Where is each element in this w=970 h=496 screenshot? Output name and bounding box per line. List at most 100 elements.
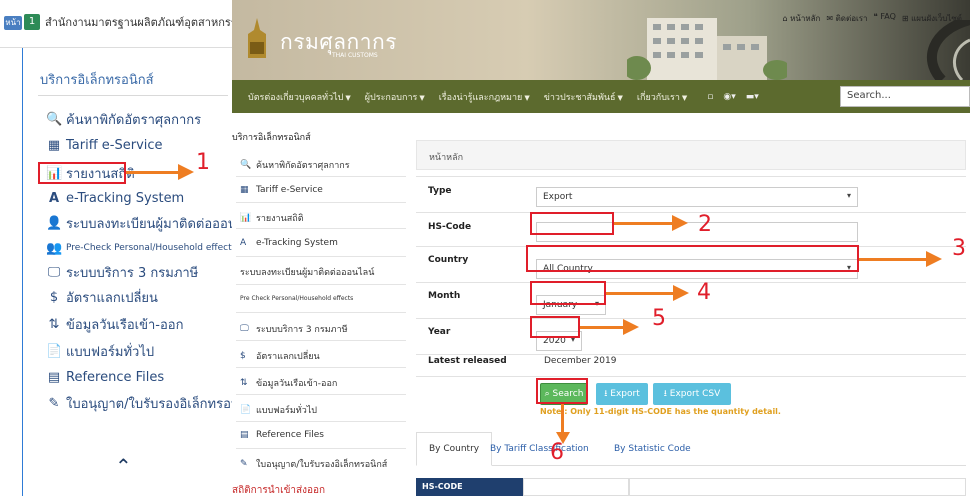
type-select[interactable]: Export: [536, 187, 858, 207]
tracking-icon: A: [240, 238, 247, 248]
left-menu-item-register[interactable]: 👤 ระบบลงทะเบียนผู้มาติดต่อออนไลน์: [46, 212, 260, 234]
statistics-form-area: หน้าหลัก Type Export HS-Code Country All…: [416, 124, 970, 496]
site-sidebar-item-reference-files[interactable]: ▤ Reference Files: [240, 430, 324, 440]
left-menu-item-forms[interactable]: 📄 แบบฟอร์มทั่วไป: [46, 340, 154, 362]
annotation-arrow-line-4: [606, 292, 676, 295]
site-search-input[interactable]: Search...: [840, 86, 970, 107]
left-breadcrumb[interactable]: สำนักงานมาตรฐานผลิตภัณฑ์อุตสาหกรรม: [45, 13, 232, 31]
sidebar-label: ใบอนุญาต/ใบรับรองอิเล็กทรอนิกส์: [256, 460, 388, 470]
annotation-arrow-head-5: [623, 319, 639, 335]
site-sidebar-item-vessel-schedule[interactable]: ⇅ ข้อมูลวันเรือเข้า-ออก: [240, 376, 337, 390]
tab-by-tariff-classification[interactable]: By Tariff Classification: [478, 432, 601, 466]
quantity-note: Note : Only 11-digit HS-CODE has the qua…: [540, 407, 781, 416]
left-menu-item-vessel-schedule[interactable]: ⇅ ข้อมูลวันเรือเข้า-ออก: [46, 313, 184, 335]
left-menu-item-etracking[interactable]: Ae-Tracking System: [46, 187, 184, 209]
sidebar-label: ระบบลงทะเบียนผู้มาติดต่อออนไลน์: [240, 268, 375, 278]
export-button[interactable]: ⭳ Export: [596, 383, 648, 405]
left-menu-item-reference-files[interactable]: ▤ Reference Files: [46, 366, 164, 388]
nav-item-operators[interactable]: ผู้ประกอบการ ▼: [365, 90, 425, 104]
left-menu-item-tariff-search[interactable]: 🔍 ค้นหาพิกัดอัตราศุลกากร: [46, 108, 201, 130]
reference-icon: ▤: [240, 430, 249, 440]
sidebar-label: Tariff e-Service: [256, 185, 323, 195]
nav-item-news[interactable]: ข่าวประชาสัมพันธ์ ▼: [544, 90, 623, 104]
number-chip: 1: [24, 14, 40, 30]
license-icon: ✎: [240, 459, 248, 469]
contact-link-label: ติดต่อเรา: [835, 14, 868, 23]
site-logo-subtitle: THAI CUSTOMS: [332, 52, 378, 59]
flag-icon[interactable]: ▬▾: [746, 92, 759, 102]
dollar-icon: $: [240, 351, 246, 361]
left-menu-title: บริการอิเล็กทรอนิกส์: [40, 73, 154, 88]
globe-icon[interactable]: ◉▾: [723, 92, 735, 102]
annotation-arrow-line-6: [561, 404, 564, 434]
search-icon: 🔍: [240, 160, 252, 170]
form-row-hscode: HS-Code: [416, 212, 966, 246]
search-icon: 🔍: [46, 111, 63, 127]
left-menu-item-e-license[interactable]: ✎ ใบอนุญาต/ใบรับรองอิเล็กทรอนิกส์: [46, 392, 256, 414]
site-sidebar-item-statistics[interactable]: 📊 รายงานสถิติ: [240, 211, 304, 225]
square-icon[interactable]: ▫: [707, 92, 713, 102]
site-sidebar-item-tariff-search[interactable]: 🔍 ค้นหาพิกัดอัตราศุลกากร: [240, 158, 350, 172]
annotation-number-2: 2: [698, 212, 712, 237]
annotation-arrow-line-2: [614, 222, 674, 225]
nav-label: ผู้ประกอบการ: [364, 92, 418, 103]
table-icon: ▦: [47, 137, 61, 153]
sidebar-label: ระบบบริการ 3 กรมภาษี: [256, 325, 348, 335]
site-sidebar-item-precheck[interactable]: Pre Check Personal/Household effects: [240, 295, 353, 302]
menu-label: อัตราแลกเปลี่ยน: [66, 290, 158, 306]
menu-label: ระบบบริการ 3 กรมภาษี: [66, 265, 199, 281]
nav-label: เรื่องน่ารู้และกฎหมาย: [438, 92, 523, 103]
left-menu-item-exchange-rate[interactable]: $ อัตราแลกเปลี่ยน: [46, 286, 158, 308]
nav-item-laws[interactable]: เรื่องน่ารู้และกฎหมาย ▼: [439, 90, 530, 104]
sidebar-separator: [236, 256, 406, 257]
zoomed-menu-panel: หน้า 1 สำนักงานมาตรฐานผลิตภัณฑ์อุตสาหกรร…: [0, 0, 260, 496]
highlight-box-year: [530, 316, 580, 338]
site-sidebar-item-forms[interactable]: 📄 แบบฟอร์มทั่วไป: [240, 403, 317, 417]
sidebar-separator: [236, 312, 406, 313]
menu-label: e-Tracking System: [66, 190, 185, 206]
table-icon: ▦: [240, 185, 249, 195]
site-sidebar-item-3-tax-dept[interactable]: 🖵 ระบบบริการ 3 กรมภาษี: [240, 322, 348, 336]
sidebar-bottom-heading: สถิติการนำเข้าส่งออก: [232, 485, 326, 496]
site-sidebar-item-register[interactable]: ระบบลงทะเบียนผู้มาติดต่อออนไลน์: [240, 265, 374, 279]
tab-by-statistic-code[interactable]: By Statistic Code: [602, 432, 703, 466]
sort-icon: ⇅: [240, 378, 248, 388]
sidebar-separator: [236, 284, 406, 285]
site-sidebar-item-tariff-eservice[interactable]: ▦ Tariff e-Service: [240, 185, 323, 195]
sidebar-separator: [236, 202, 406, 203]
bar-chart-icon: 📊: [240, 213, 252, 223]
menu-label: Tariff e-Service: [66, 137, 163, 153]
left-topbar: หน้า 1 สำนักงานมาตรฐานผลิตภัณฑ์อุตสาหกรร…: [0, 0, 232, 48]
sidebar-label: Pre Check Personal/Household effects: [240, 295, 354, 302]
highlight-box-hs-code: [530, 212, 614, 235]
nav-icon-group: ▫ ◉▾ ▬▾: [707, 92, 759, 102]
site-sidebar-item-e-license[interactable]: ✎ ใบอนุญาต/ใบรับรองอิเล็กทรอนิกส์: [240, 457, 387, 471]
left-menu-item-tariff-eservice[interactable]: ▦ Tariff e-Service: [46, 134, 163, 156]
chevron-up-icon[interactable]: ⌃: [115, 454, 132, 478]
home-chip[interactable]: หน้า: [4, 16, 22, 30]
latest-released-label: Latest released: [428, 356, 507, 366]
contact-link[interactable]: ✉ ติดต่อเรา: [826, 12, 867, 25]
form-row-latest: Latest released December 2019: [416, 354, 966, 376]
annotation-arrow-head-4: [673, 285, 689, 301]
site-sidebar-item-exchange-rate[interactable]: $ อัตราแลกเปลี่ยน: [240, 349, 320, 363]
export-csv-button[interactable]: ⭳ Export CSV: [653, 383, 731, 405]
nav-item-public[interactable]: บัตรต่องเกี่ยวบุคคลทั่วไป ▼: [248, 90, 351, 104]
nav-item-about[interactable]: เกี่ยวกับเรา ▼: [637, 90, 687, 104]
site-header: กรมศุลกากร THAI CUSTOMS ⌂ หน้าหลัก ✉ ติด…: [232, 0, 970, 80]
left-menu-item-3-tax-dept[interactable]: 🖵 ระบบบริการ 3 กรมภาษี: [46, 261, 199, 283]
sidebar-separator: [236, 367, 406, 368]
annotation-number-4: 4: [697, 280, 711, 305]
sidebar-separator: [236, 340, 406, 341]
site-sidebar-item-etracking[interactable]: Ae-Tracking System: [240, 238, 338, 248]
annotation-arrow-head-3: [926, 251, 942, 267]
form-row-year: Year 2020: [416, 318, 966, 354]
license-icon: ✎: [48, 395, 60, 411]
home-link[interactable]: ⌂ หน้าหลัก: [782, 12, 820, 25]
customs-logo-icon[interactable]: [244, 18, 270, 58]
hs-code-label: HS-Code: [428, 222, 472, 232]
breadcrumb-home[interactable]: หน้าหลัก: [429, 153, 463, 163]
table-header-hs-code: HS-CODE: [416, 478, 523, 496]
left-menu-item-precheck[interactable]: 👥 Pre-Check Personal/Household effects: [46, 237, 236, 259]
annotation-arrow-head-1: [178, 164, 194, 180]
